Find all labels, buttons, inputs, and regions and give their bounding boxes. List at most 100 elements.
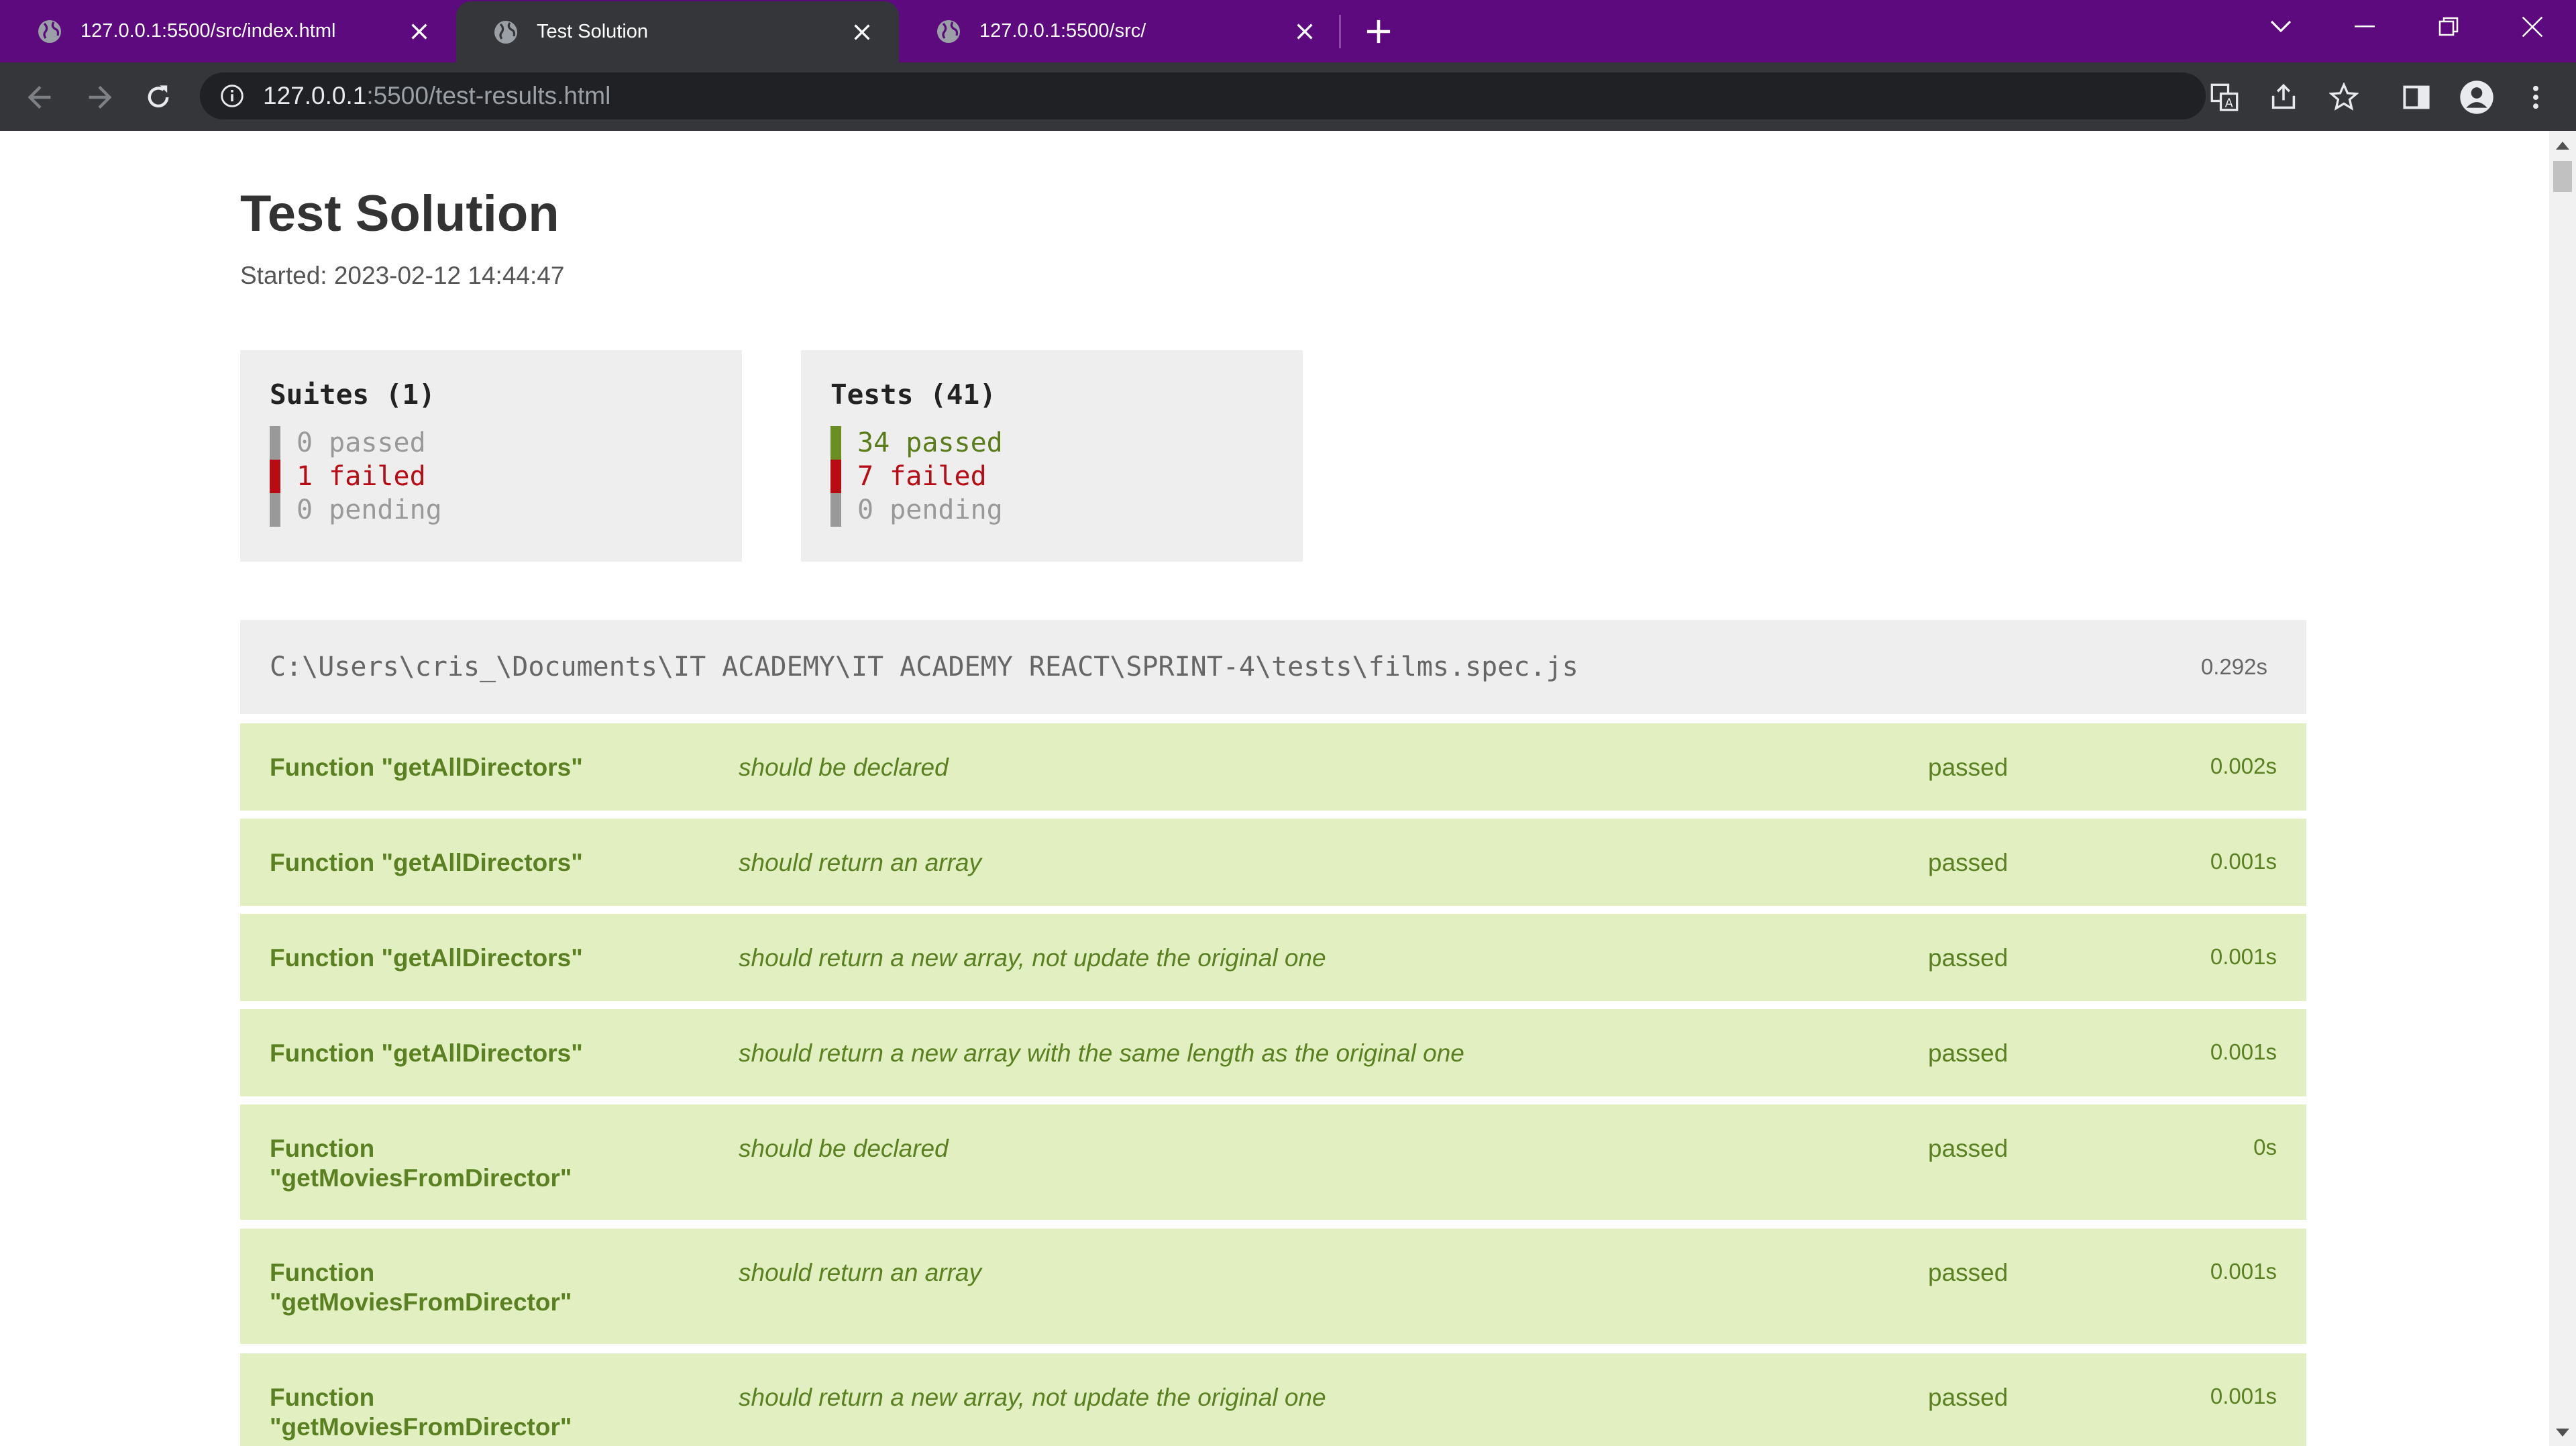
- url-host: 127.0.0.1: [263, 82, 367, 109]
- info-icon[interactable]: [220, 84, 244, 108]
- status-bar: [830, 460, 841, 493]
- side-panel-icon: [2403, 85, 2430, 109]
- suites-summary: Suites (1) 0 passed 1 failed 0 pending: [240, 350, 742, 562]
- status-bar: [270, 460, 280, 493]
- globe-icon: [38, 19, 61, 43]
- back-button[interactable]: [21, 79, 59, 116]
- restore-button[interactable]: [2408, 0, 2489, 54]
- test-description: should return an array: [739, 1259, 981, 1286]
- test-row: Function "getAllDirectors" should return…: [240, 1009, 2306, 1096]
- forward-button[interactable]: [80, 79, 118, 116]
- menu-button[interactable]: [2517, 79, 2555, 116]
- test-status: passed: [1928, 849, 2008, 876]
- test-status: passed: [1928, 1135, 2008, 1162]
- chevron-down-icon: [2270, 20, 2292, 33]
- suites-passed-label: 0 passed: [297, 427, 426, 458]
- test-status: passed: [1928, 1039, 2008, 1067]
- close-window-button[interactable]: [2492, 0, 2573, 54]
- share-button[interactable]: [2265, 79, 2302, 116]
- test-row: Function "getAllDirectors" should return…: [240, 914, 2306, 1001]
- test-duration: 0.002s: [2210, 754, 2277, 778]
- scrollbar-thumb[interactable]: [2553, 161, 2572, 192]
- kebab-menu-icon: [2533, 85, 2538, 109]
- status-bar: [830, 493, 841, 527]
- test-status: passed: [1928, 1384, 2008, 1411]
- bookmark-button[interactable]: [2325, 79, 2363, 116]
- suites-summary-title: Suites (1): [270, 378, 435, 411]
- arrow-right-icon: [89, 86, 112, 109]
- test-duration: 0.001s: [2210, 944, 2277, 969]
- arrow-left-icon: [28, 86, 51, 109]
- suites-failed-label: 1 failed: [297, 461, 426, 492]
- test-duration: 0.001s: [2210, 1259, 2277, 1284]
- translate-icon: A: [2210, 83, 2239, 111]
- test-description: should return a new array with the same …: [739, 1039, 1464, 1067]
- tests-passed-label: 34 passed: [857, 427, 1003, 458]
- test-row: Function "getAllDirectors" should return…: [240, 819, 2306, 906]
- close-icon[interactable]: [849, 19, 875, 45]
- vertical-scrollbar[interactable]: [2549, 131, 2576, 1446]
- test-status: passed: [1928, 754, 2008, 781]
- close-icon[interactable]: [1292, 19, 1318, 44]
- tests-passed: 34 passed: [830, 426, 1003, 460]
- test-row: Function "getAllDirectors" should be dec…: [240, 723, 2306, 811]
- reload-icon: [148, 85, 169, 108]
- test-function-name: Function "getAllDirectors": [270, 754, 583, 781]
- suites-passed: 0 passed: [270, 426, 426, 460]
- suites-pending: 0 pending: [270, 493, 442, 527]
- page-title: Test Solution: [240, 185, 559, 242]
- test-duration: 0.001s: [2210, 849, 2277, 874]
- test-duration: 0.001s: [2210, 1384, 2277, 1408]
- tab-index[interactable]: 127.0.0.1:5500/src/index.html: [0, 0, 456, 62]
- tab-test-solution[interactable]: Test Solution: [456, 1, 899, 62]
- star-icon: [2329, 83, 2359, 111]
- share-icon: [2271, 83, 2296, 109]
- test-function-name: Function "getMoviesFromDirector": [270, 1259, 572, 1316]
- tab-title: 127.0.0.1:5500/src/index.html: [80, 20, 336, 42]
- tests-failed-label: 7 failed: [857, 461, 987, 492]
- profile-button[interactable]: [2458, 79, 2496, 116]
- test-function-name: Function "getAllDirectors": [270, 1039, 583, 1067]
- globe-icon: [937, 19, 960, 43]
- close-icon[interactable]: [407, 19, 432, 44]
- started-timestamp: Started: 2023-02-12 14:44:47: [240, 262, 565, 289]
- test-duration: 0.001s: [2210, 1039, 2277, 1064]
- tests-failed: 7 failed: [830, 460, 987, 493]
- tab-title: 127.0.0.1:5500/src/: [979, 20, 1146, 42]
- tab-src[interactable]: 127.0.0.1:5500/src/: [899, 0, 1342, 62]
- scroll-down-icon[interactable]: [2555, 1427, 2571, 1438]
- minimize-button[interactable]: [2324, 0, 2405, 54]
- tab-bar: 127.0.0.1:5500/src/index.html Test Solut…: [0, 0, 2576, 62]
- test-description: should be declared: [739, 1135, 949, 1162]
- scroll-up-icon[interactable]: [2555, 140, 2571, 151]
- globe-icon: [494, 20, 517, 44]
- avatar-icon: [2460, 81, 2493, 114]
- test-function-name: Function "getAllDirectors": [270, 944, 583, 972]
- test-description: should return a new array, not update th…: [739, 944, 1326, 972]
- url-path: :5500/test-results.html: [366, 82, 611, 109]
- address-bar[interactable]: 127.0.0.1:5500/test-results.html: [200, 72, 2206, 119]
- test-row: Function "getMoviesFromDirector" should …: [240, 1104, 2306, 1220]
- tests-summary-title: Tests (41): [830, 378, 996, 411]
- side-panel-button[interactable]: [2398, 79, 2435, 116]
- suite-file-path: C:\Users\cris_\Documents\IT ACADEMY\IT A…: [270, 652, 1578, 682]
- test-function-name: Function "getMoviesFromDirector": [270, 1135, 572, 1192]
- suites-failed: 1 failed: [270, 460, 426, 493]
- translate-button[interactable]: A: [2206, 79, 2243, 116]
- reload-button[interactable]: [140, 79, 177, 116]
- status-bar: [830, 426, 841, 460]
- test-description: should be declared: [739, 754, 949, 781]
- tab-search-button[interactable]: [2241, 0, 2321, 54]
- tests-pending-label: 0 pending: [857, 495, 1003, 525]
- tests-pending: 0 pending: [830, 493, 1003, 527]
- test-function-name: Function "getAllDirectors": [270, 849, 583, 876]
- new-tab-button[interactable]: [1342, 0, 1415, 62]
- test-duration: 0s: [2253, 1135, 2277, 1159]
- url-text: 127.0.0.1:5500/test-results.html: [263, 72, 610, 119]
- status-bar: [270, 493, 280, 527]
- suites-pending-label: 0 pending: [297, 495, 442, 525]
- suite-header: C:\Users\cris_\Documents\IT ACADEMY\IT A…: [240, 620, 2306, 714]
- svg-text:A: A: [2225, 97, 2233, 110]
- suite-duration: 0.292s: [2200, 654, 2267, 679]
- test-description: should return a new array, not update th…: [739, 1384, 1326, 1411]
